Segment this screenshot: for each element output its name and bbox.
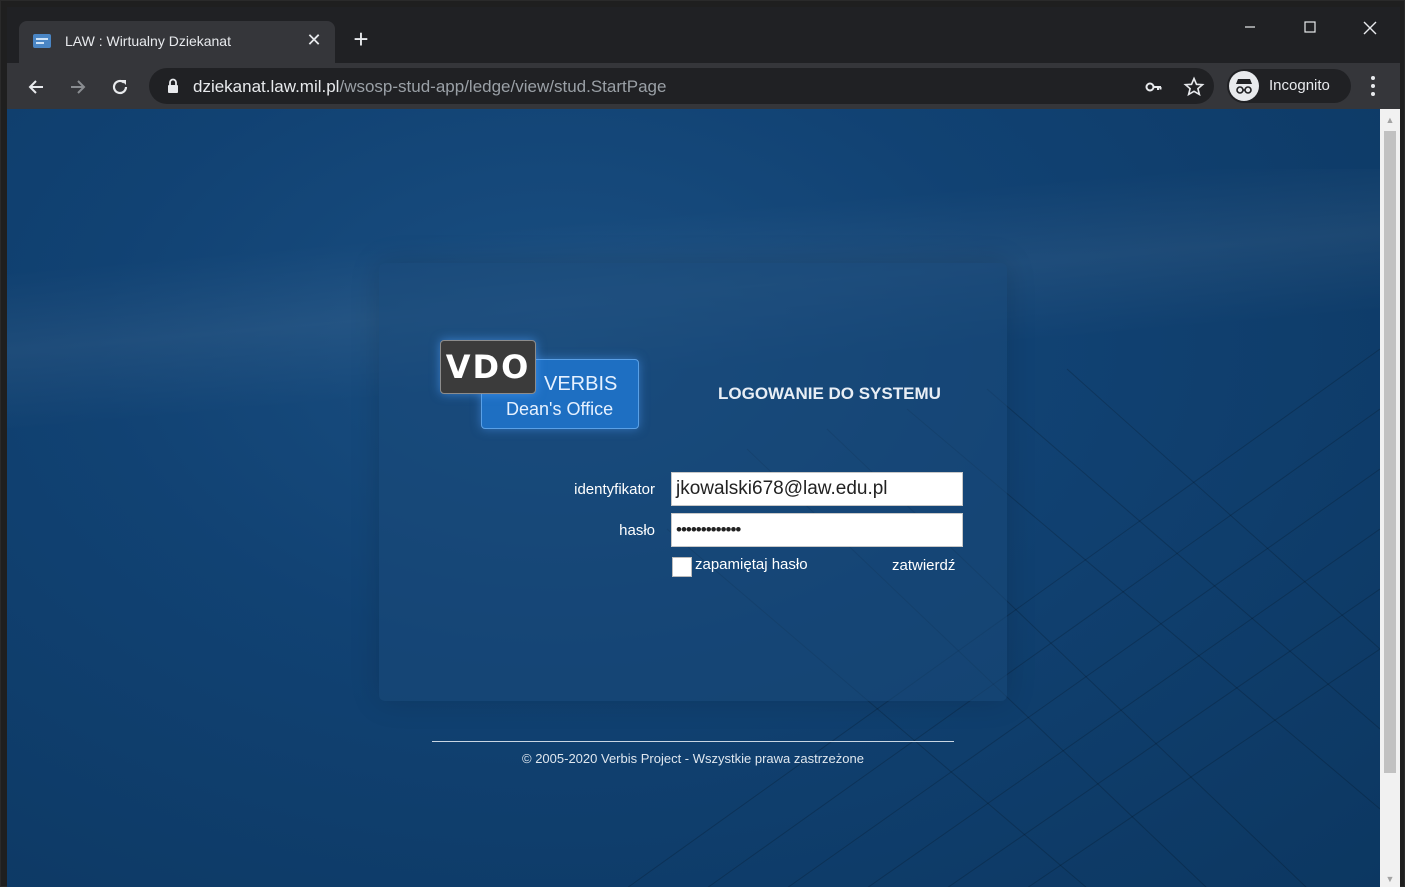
page-viewport: VERBIS Dean's Office VDO LOGOWANIE DO SY…	[7, 109, 1380, 887]
minimize-icon[interactable]	[1227, 11, 1273, 45]
tab-title: LAW : Wirtualny Dziekanat	[65, 33, 231, 49]
vdo-logo: VDO	[440, 340, 536, 394]
scrollbar-thumb[interactable]	[1384, 131, 1396, 773]
logo-subtitle: Dean's Office	[506, 399, 614, 419]
submit-link[interactable]: zatwierdź	[892, 557, 955, 574]
more-menu-icon[interactable]	[1363, 73, 1383, 99]
key-icon[interactable]	[1143, 76, 1165, 98]
reload-icon[interactable]	[105, 72, 135, 102]
incognito-profile-button[interactable]: Incognito	[1227, 69, 1351, 103]
identifier-label: identyfikator	[574, 481, 655, 498]
close-tab-icon[interactable]: ✕	[303, 29, 325, 51]
footer-copyright: © 2005-2020 Verbis Project - Wszystkie p…	[522, 751, 864, 766]
incognito-icon	[1229, 71, 1259, 101]
browser-toolbar: dziekanat.law.mil.pl/wsosp-stud-app/ledg…	[7, 63, 1400, 109]
password-label: hasło	[619, 522, 655, 539]
forward-arrow-icon[interactable]	[63, 72, 93, 102]
address-bar[interactable]: dziekanat.law.mil.pl/wsosp-stud-app/ledg…	[149, 68, 1214, 104]
browser-window: LAW : Wirtualny Dziekanat ✕ + dziekanat.…	[0, 0, 1405, 887]
logo-brand: VERBIS	[544, 373, 618, 395]
scroll-down-arrow-icon[interactable]: ▼	[1384, 873, 1396, 885]
page-scrollbar[interactable]: ▲ ▼	[1380, 109, 1400, 887]
remember-password-checkbox[interactable]	[672, 557, 692, 577]
back-arrow-icon[interactable]	[21, 72, 51, 102]
incognito-label: Incognito	[1269, 77, 1330, 94]
remember-password-label[interactable]: zapamiętaj hasło	[695, 556, 808, 573]
password-input[interactable]: •••••••••••••	[671, 513, 963, 547]
identifier-input[interactable]: jkowalski678@law.edu.pl	[671, 472, 963, 506]
browser-tab[interactable]: LAW : Wirtualny Dziekanat ✕	[19, 21, 335, 63]
login-heading: LOGOWANIE DO SYSTEMU	[718, 384, 941, 403]
tab-strip: LAW : Wirtualny Dziekanat ✕ +	[7, 7, 1400, 63]
site-favicon-icon	[33, 34, 51, 48]
lock-icon	[167, 78, 179, 99]
bookmark-star-icon[interactable]	[1183, 76, 1205, 98]
maximize-icon[interactable]	[1287, 11, 1333, 45]
url-text: dziekanat.law.mil.pl/wsosp-stud-app/ledg…	[193, 77, 666, 97]
url-path: /wsosp-stud-app/ledge/view/stud.StartPag…	[339, 77, 667, 96]
login-panel: VERBIS Dean's Office VDO LOGOWANIE DO SY…	[379, 263, 1007, 701]
url-host: dziekanat.law.mil.pl	[193, 77, 340, 96]
footer-divider	[432, 741, 954, 742]
scroll-up-arrow-icon[interactable]: ▲	[1384, 114, 1396, 126]
new-tab-icon[interactable]: +	[347, 25, 375, 53]
close-window-icon[interactable]	[1347, 11, 1393, 45]
